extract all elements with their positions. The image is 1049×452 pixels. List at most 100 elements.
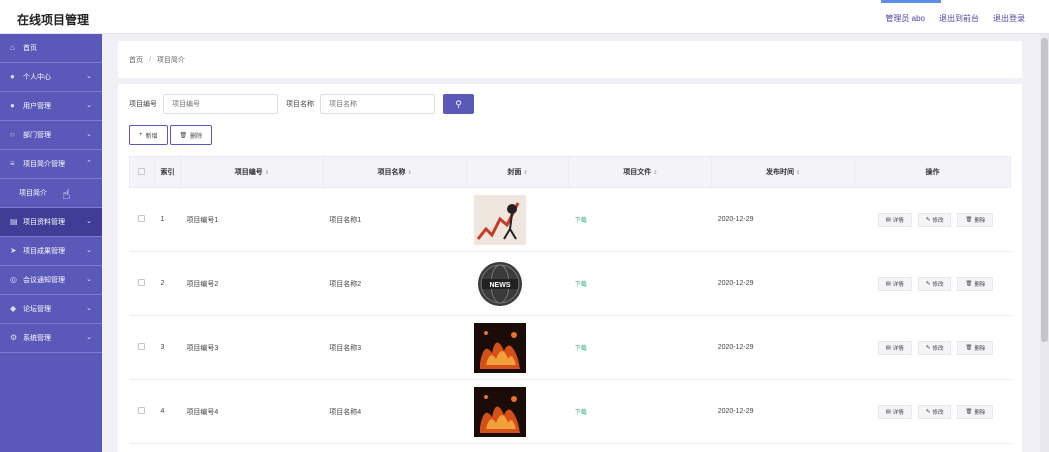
- select-all-checkbox-cell: [129, 156, 155, 188]
- edit-button-label: 修改: [932, 409, 944, 416]
- download-link[interactable]: 下载: [575, 410, 587, 416]
- chevron-up-icon: ⌃: [86, 160, 92, 167]
- column-header-date[interactable]: 发布时间 ⇕: [711, 156, 856, 188]
- row-ops: ▤ 详情 ✎ 修改 🗑 删除: [854, 251, 1011, 316]
- chevron-down-icon: ⌄: [86, 102, 92, 109]
- send-icon: ➤: [10, 246, 17, 255]
- users-icon: ●: [10, 101, 15, 110]
- page-scrollbar-thumb[interactable]: [1041, 38, 1048, 342]
- add-button-label: 新增: [145, 133, 158, 140]
- sidebar-item-system[interactable]: ⚙ 系统管理 ⌄: [0, 324, 102, 353]
- chevron-down-icon: ⌄: [86, 73, 92, 80]
- row-cover: [466, 379, 569, 444]
- delete-button[interactable]: 🗑 删除: [169, 125, 213, 145]
- app-title: 在线项目管理: [17, 13, 90, 27]
- sidebar-item-profile[interactable]: ● 个人中心 ⌄: [0, 63, 102, 92]
- delete-row-button-label: 删除: [974, 281, 986, 288]
- table-row: 1 项目编号1 项目名称1 下载 2020-12-29 ▤ 详情 ✎ 修改 🗑 …: [129, 187, 1011, 252]
- add-button[interactable]: + 新增: [129, 125, 168, 145]
- row-checkbox[interactable]: [138, 279, 146, 286]
- sort-icon: ⇕: [796, 170, 801, 176]
- sidebar-item-dept[interactable]: ○ 部门管理 ⌄: [0, 121, 102, 150]
- edit-button-label: 修改: [932, 217, 944, 224]
- download-link[interactable]: 下载: [575, 282, 587, 288]
- row-checkbox-cell: [129, 187, 155, 252]
- column-header-code[interactable]: 项目编号 ⇕: [179, 156, 324, 188]
- edit-button-label: 修改: [932, 281, 944, 288]
- column-header-label: 项目编号: [234, 169, 263, 176]
- column-header-file[interactable]: 项目文件 ⇕: [568, 156, 713, 188]
- chevron-down-icon: ⌄: [86, 131, 92, 138]
- exit-to-front-link[interactable]: 退出到前台: [939, 13, 979, 24]
- delete-button-label: 删除: [190, 133, 203, 140]
- delete-row-button[interactable]: 🗑 删除: [957, 404, 994, 419]
- sidebar-subitem-project-intro[interactable]: 项目简介: [0, 179, 102, 208]
- sidebar-item-label: 会议通知管理: [23, 277, 65, 284]
- detail-icon: ▤: [885, 216, 891, 223]
- detail-button-label: 详情: [892, 217, 904, 224]
- row-checkbox[interactable]: [138, 407, 146, 414]
- detail-button-label: 详情: [892, 409, 904, 416]
- detail-button[interactable]: ▤ 详情: [877, 404, 912, 419]
- column-header-name[interactable]: 项目名称 ⇕: [322, 156, 467, 188]
- row-file: 下载: [568, 187, 712, 252]
- sidebar-item-label: 首页: [23, 45, 37, 52]
- logout-link[interactable]: 退出登录: [993, 13, 1025, 24]
- project-code-input[interactable]: [163, 94, 278, 114]
- sort-icon: ⇕: [523, 170, 528, 176]
- sidebar-item-project-intro-mgmt[interactable]: ≡ 项目简介管理 ⌃: [0, 150, 102, 179]
- select-all-checkbox[interactable]: [138, 167, 146, 175]
- detail-button[interactable]: ▤ 详情: [877, 276, 912, 291]
- row-ops: ▤ 详情 ✎ 修改 🗑 删除: [854, 379, 1011, 444]
- detail-button-label: 详情: [892, 345, 904, 352]
- top-user-menu: 管理员 abo 退出到前台 退出登录: [885, 13, 1025, 24]
- column-header-index: 索引: [153, 156, 181, 188]
- row-checkbox-cell: [129, 315, 155, 380]
- dept-icon: ○: [10, 130, 15, 139]
- row-date: 2020-12-29: [711, 187, 855, 252]
- row-checkbox[interactable]: [138, 215, 146, 222]
- chevron-down-icon: ⌄: [86, 276, 92, 283]
- download-link[interactable]: 下载: [575, 346, 587, 352]
- delete-row-button-label: 删除: [974, 217, 986, 224]
- action-row: + 新增 🗑 删除: [129, 125, 213, 145]
- row-code: 项目编号2: [180, 251, 324, 316]
- sidebar-item-users[interactable]: ● 用户管理 ⌄: [0, 92, 102, 121]
- admin-user-label: 管理员 abo: [885, 14, 925, 23]
- row-date: 2020-12-29: [711, 315, 855, 380]
- row-file: 下载: [568, 379, 712, 444]
- delete-row-button[interactable]: 🗑 删除: [957, 276, 994, 291]
- row-code: 项目编号1: [180, 187, 324, 252]
- delete-row-button[interactable]: 🗑 删除: [957, 212, 994, 227]
- detail-button[interactable]: ▤ 详情: [877, 340, 912, 355]
- breadcrumb-home[interactable]: 首页: [129, 57, 143, 64]
- sidebar-item-label: 部门管理: [23, 132, 51, 139]
- edit-button[interactable]: ✎ 修改: [917, 276, 952, 291]
- sidebar-item-project-docs[interactable]: ▤ 项目资料管理 ⌄: [0, 208, 102, 237]
- sidebar-item-label: 用户管理: [23, 103, 51, 110]
- search-button[interactable]: ⚲: [443, 94, 474, 114]
- sidebar-item-meeting-notice[interactable]: ◎ 会议通知管理 ⌄: [0, 266, 102, 295]
- row-date: 2020-12-29: [711, 251, 855, 316]
- column-header-label: 项目文件: [623, 169, 652, 176]
- table-row: 2 项目编号2 项目名称2 NEWS 下载 2020-12-29 ▤ 详情 ✎ …: [129, 251, 1011, 316]
- row-actions: ▤ 详情 ✎ 修改 🗑 删除: [861, 404, 1011, 419]
- row-checkbox[interactable]: [138, 343, 146, 350]
- project-name-input[interactable]: [320, 94, 435, 114]
- download-link[interactable]: 下载: [575, 218, 587, 224]
- delete-row-button[interactable]: 🗑 删除: [957, 340, 994, 355]
- edit-button[interactable]: ✎ 修改: [917, 340, 952, 355]
- row-code: 项目编号3: [180, 315, 324, 380]
- sidebar-item-project-results[interactable]: ➤ 项目成果管理 ⌄: [0, 237, 102, 266]
- sidebar-item-forum[interactable]: ◆ 论坛管理 ⌄: [0, 295, 102, 324]
- column-header-cover[interactable]: 封面 ⇕: [465, 156, 570, 188]
- top-bar: 在线项目管理 管理员 abo 退出到前台 退出登录: [0, 0, 1049, 34]
- column-header-label: 封面: [507, 169, 522, 176]
- sidebar-item-home[interactable]: ⌂ 首页: [0, 34, 102, 63]
- trash-icon: 🗑: [965, 216, 973, 223]
- detail-button[interactable]: ▤ 详情: [877, 212, 912, 227]
- edit-button[interactable]: ✎ 修改: [917, 404, 952, 419]
- row-cover: NEWS: [466, 251, 569, 316]
- bell-icon: ◎: [10, 275, 17, 284]
- edit-button[interactable]: ✎ 修改: [917, 212, 952, 227]
